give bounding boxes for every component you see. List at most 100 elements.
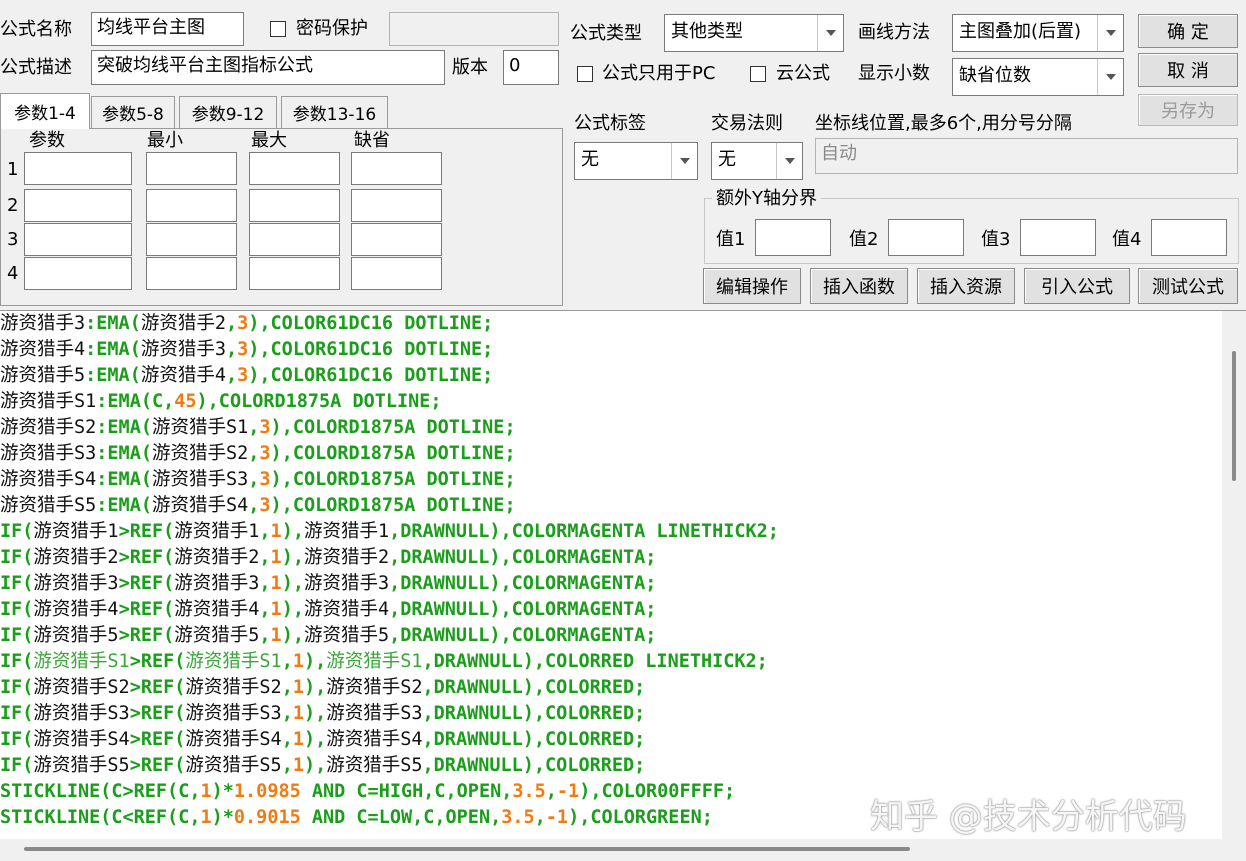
value2-input[interactable] (888, 219, 964, 256)
param-default-field[interactable] (351, 152, 442, 185)
password-checkbox[interactable] (270, 21, 286, 37)
code-line[interactable]: IF(游资猎手S3>REF(游资猎手S3,1),游资猎手S3,DRAWNULL)… (0, 701, 779, 727)
code-line[interactable]: 游资猎手S2:EMA(游资猎手S1,3),COLORD1875A DOTLINE… (0, 415, 779, 441)
code-token: ),COLORGREEN; (568, 807, 713, 828)
horizontal-scrollbar[interactable] (0, 839, 1222, 861)
draw-method-select[interactable]: 主图叠加(后置) (952, 14, 1124, 52)
code-line[interactable]: IF(游资猎手S1>REF(游资猎手S1,1),游资猎手S1,DRAWNULL)… (0, 649, 779, 675)
code-token: ),COLORD1875A DOTLINE; (196, 391, 442, 412)
value3-input[interactable] (1020, 219, 1096, 256)
code-line[interactable]: IF(游资猎手S2>REF(游资猎手S2,1),游资猎手S2,DRAWNULL)… (0, 675, 779, 701)
tab-params-13-16[interactable]: 参数13-16 (281, 96, 388, 128)
scrollbar-thumb[interactable] (24, 847, 910, 851)
code-token: 游资猎手2 (140, 313, 226, 334)
tab-params-5-8[interactable]: 参数5-8 (91, 96, 175, 128)
value4-input[interactable] (1151, 219, 1227, 256)
code-line[interactable]: 游资猎手4:EMA(游资猎手3,3),COLOR61DC16 DOTLINE; (0, 337, 779, 363)
param-name-field[interactable] (24, 257, 132, 290)
code-token: )* (211, 781, 234, 802)
code-line[interactable]: IF(游资猎手1>REF(游资猎手1,1),游资猎手1,DRAWNULL),CO… (0, 519, 779, 545)
code-line[interactable]: STICKLINE(C>REF(C,1)*1.0985 AND C=HIGH,C… (0, 779, 779, 805)
formula-desc-input[interactable]: 突破均线平台主图指标公式 (91, 50, 445, 85)
chevron-down-icon[interactable] (817, 15, 843, 51)
version-input[interactable]: 0 (503, 50, 559, 85)
formula-name-input[interactable]: 均线平台主图 (91, 12, 244, 46)
edit-ops-button[interactable]: 编辑操作 (703, 268, 801, 304)
param-max-field[interactable] (249, 189, 340, 222)
code-line[interactable]: IF(游资猎手S4>REF(游资猎手S4,1),游资猎手S4,DRAWNULL)… (0, 727, 779, 753)
param-default-field[interactable] (351, 257, 442, 290)
code-line[interactable]: 游资猎手S4:EMA(游资猎手S3,3),COLORD1875A DOTLINE… (0, 467, 779, 493)
formula-tag-select[interactable]: 无 (574, 142, 698, 180)
param-name-field[interactable] (24, 223, 132, 256)
code-token: >REF( (129, 755, 186, 776)
code-token: 1 (292, 729, 304, 750)
formula-type-select[interactable]: 其他类型 (664, 14, 844, 52)
code-line[interactable]: 游资猎手3:EMA(游资猎手2,3),COLOR61DC16 DOTLINE; (0, 311, 779, 337)
code-line[interactable]: IF(游资猎手3>REF(游资猎手3,1),游资猎手3,DRAWNULL),CO… (0, 571, 779, 597)
cloud-label: 云公式 (776, 63, 830, 84)
code-line[interactable]: 游资猎手S5:EMA(游资猎手S4,3),COLORD1875A DOTLINE… (0, 493, 779, 519)
code-editor[interactable]: 游资猎手3:EMA(游资猎手2,3),COLOR61DC16 DOTLINE; 游… (0, 310, 1246, 861)
chevron-down-icon[interactable] (1097, 59, 1123, 95)
scrollbar-thumb[interactable] (1232, 351, 1236, 481)
param-min-field[interactable] (146, 152, 237, 185)
value1-input[interactable] (755, 219, 831, 256)
code-line[interactable]: IF(游资猎手4>REF(游资猎手4,1),游资猎手4,DRAWNULL),CO… (0, 597, 779, 623)
param-name-field[interactable] (24, 189, 132, 222)
param-name-field[interactable] (24, 152, 132, 185)
param-max-field[interactable] (249, 152, 340, 185)
code-token: 游资猎手S1 (33, 651, 130, 672)
param-min-field[interactable] (146, 257, 237, 290)
trade-rule-select[interactable]: 无 (711, 142, 803, 180)
code-line[interactable]: 游资猎手5:EMA(游资猎手4,3),COLOR61DC16 DOTLINE; (0, 363, 779, 389)
code-line[interactable]: 游资猎手S1:EMA(C,45),COLORD1875A DOTLINE; (0, 389, 779, 415)
code-token: 游资猎手S2 (151, 443, 249, 464)
code-token: STICKLINE(C<REF(C, (0, 807, 201, 828)
code-text[interactable]: 游资猎手3:EMA(游资猎手2,3),COLOR61DC16 DOTLINE; 游… (0, 311, 779, 831)
code-token: ), (303, 651, 327, 672)
code-token: ,DRAWNULL),COLORRED; (422, 729, 646, 750)
param-panel: 参数 最小 最大 缺省 1 2 3 4 (0, 128, 563, 306)
param-min-field[interactable] (146, 223, 237, 256)
coord-line-input[interactable]: 自动 (815, 138, 1238, 174)
code-line[interactable]: IF(游资猎手2>REF(游资猎手2,1),游资猎手2,DRAWNULL),CO… (0, 545, 779, 571)
save-as-button[interactable]: 另存为 (1138, 94, 1238, 126)
tab-params-9-12[interactable]: 参数9-12 (179, 96, 277, 128)
import-formula-button[interactable]: 引入公式 (1024, 268, 1130, 304)
vertical-scrollbar[interactable] (1222, 311, 1246, 861)
code-token: , (225, 365, 238, 386)
pc-only-checkbox[interactable] (577, 66, 593, 82)
chevron-down-icon[interactable] (1097, 15, 1123, 51)
code-token: , (225, 313, 238, 334)
insert-resource-button[interactable]: 插入资源 (917, 268, 1015, 304)
code-line[interactable]: IF(游资猎手5>REF(游资猎手5,1),游资猎手5,DRAWNULL),CO… (0, 623, 779, 649)
code-token: -1 (545, 807, 569, 828)
extra-y-axis-title: 额外Y轴分界 (712, 187, 821, 211)
param-min-field[interactable] (146, 189, 237, 222)
code-token: :EMA( (96, 417, 152, 438)
decimals-select[interactable]: 缺省位数 (952, 58, 1124, 96)
code-token: 1 (270, 573, 282, 594)
param-max-field[interactable] (249, 257, 340, 290)
param-default-field[interactable] (351, 189, 442, 222)
chevron-down-icon[interactable] (671, 143, 697, 179)
code-line[interactable]: 游资猎手S3:EMA(游资猎手S2,3),COLORD1875A DOTLINE… (0, 441, 779, 467)
tab-params-1-4[interactable]: 参数1-4 (0, 93, 90, 129)
param-max-field[interactable] (249, 223, 340, 256)
code-token: 游资猎手S2 (326, 677, 423, 698)
test-formula-button[interactable]: 测试公式 (1138, 268, 1238, 304)
param-default-field[interactable] (351, 223, 442, 256)
code-token: 3 (259, 417, 271, 438)
cloud-checkbox[interactable] (750, 66, 766, 82)
code-line[interactable]: STICKLINE(C<REF(C,1)*0.9015 AND C=LOW,C,… (0, 805, 779, 831)
code-token: 1.0985 (233, 781, 301, 802)
ok-button[interactable]: 确 定 (1138, 14, 1238, 48)
version-label: 版本 (452, 57, 488, 78)
chevron-down-icon[interactable] (776, 143, 802, 179)
cancel-button[interactable]: 取 消 (1138, 53, 1238, 87)
code-line[interactable]: IF(游资猎手S5>REF(游资猎手S5,1),游资猎手S5,DRAWNULL)… (0, 753, 779, 779)
insert-function-button[interactable]: 插入函数 (810, 268, 908, 304)
code-token: 游资猎手3 (33, 573, 119, 594)
code-token: ), (281, 573, 304, 594)
